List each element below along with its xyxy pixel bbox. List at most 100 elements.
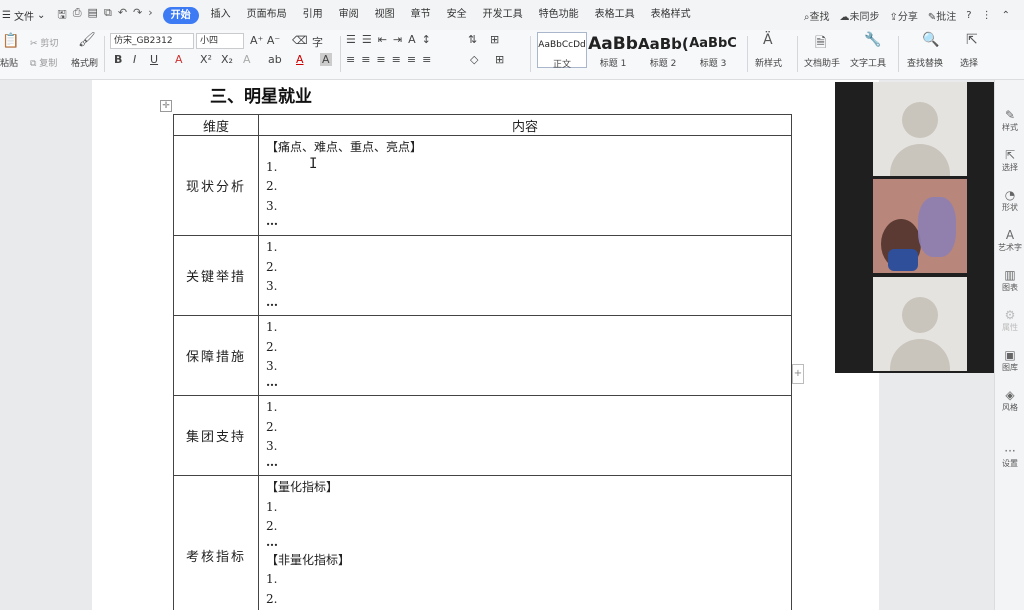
sort-icon[interactable]: ⇅ — [468, 33, 477, 46]
table-icon[interactable]: ⊞ — [490, 33, 499, 46]
tab-security[interactable]: 安全 — [439, 0, 475, 30]
dimension-cell[interactable]: 现状分析 — [173, 135, 259, 236]
sidebar-item-chart[interactable]: ▥ 图表 — [995, 268, 1024, 293]
new-style-icon[interactable]: Ä — [763, 32, 773, 48]
clear-format-icon[interactable]: ⌫ — [292, 34, 308, 47]
style-heading-2[interactable]: AaBb( 标题 2 — [638, 32, 688, 69]
scrollbar-arrows[interactable] — [986, 560, 992, 606]
camera-feed-tile[interactable] — [873, 179, 967, 273]
text-effect-icon[interactable]: A — [243, 53, 251, 66]
content-cell[interactable]: 【量化指标】 1. 2. … 【非量化指标】 1. 2. — [258, 475, 792, 610]
sidebar-item-gallery[interactable]: ▣ 图库 — [995, 348, 1024, 373]
save-icon[interactable]: 🖫 — [57, 6, 66, 25]
dimension-cell[interactable]: 关键举措 — [173, 235, 259, 316]
search-button[interactable]: ⌕查找 — [804, 8, 830, 23]
tab-insert[interactable]: 插入 — [203, 0, 239, 30]
tab-features[interactable]: 特色功能 — [531, 0, 587, 30]
cell-line: 1. — [266, 400, 278, 414]
format-painter-label[interactable]: 格式刷 — [71, 56, 98, 69]
print-preview-icon[interactable]: ⎙ — [73, 6, 82, 25]
tab-home[interactable]: 开始 — [162, 6, 199, 24]
text-tools-label[interactable]: 文字工具 — [850, 56, 886, 69]
new-style-label[interactable]: 新样式 — [755, 56, 782, 69]
align-tools[interactable]: ≡≡≡≡≡≡ — [346, 53, 437, 66]
grow-font-icon[interactable]: A⁺ A⁻ — [250, 34, 280, 47]
paste-label[interactable]: 粘贴 — [0, 56, 18, 69]
sidebar-item-shape[interactable]: ◔ 形状 — [995, 188, 1024, 213]
more-icon[interactable]: › — [148, 6, 152, 25]
file-menu-label: 文件 — [13, 11, 34, 23]
dimension-cell[interactable]: 集团支持 — [173, 395, 259, 476]
annotate-button[interactable]: ✎批注 — [928, 8, 956, 23]
phonetic-icon[interactable]: 字 — [312, 34, 323, 50]
doc-assistant-label[interactable]: 文档助手 — [804, 56, 840, 69]
find-replace-icon[interactable]: 🔍 — [922, 32, 939, 48]
table-move-handle[interactable]: ✛ — [160, 100, 172, 112]
content-cell[interactable]: 【痛点、难点、重点、亮点】 1. 2. 3. … — [258, 135, 792, 236]
avatar-head — [902, 102, 938, 138]
tab-table-tools[interactable]: 表格工具 — [587, 0, 643, 30]
sidebar-item-style[interactable]: ✎ 样式 — [995, 108, 1024, 133]
collapse-icon[interactable]: ⌃ — [1002, 10, 1010, 21]
copy-button[interactable]: ⧉ 复制 — [30, 56, 57, 69]
tab-table-style[interactable]: 表格样式 — [643, 0, 699, 30]
menu-bar: ☰ 文件 ⌄ 🖫 ⎙ ▤ ⧉ ↶ ↷ › 开始 插入 页面布局 引用 审阅 视图… — [0, 0, 1024, 30]
char-shading-icon[interactable]: A — [320, 53, 332, 66]
sidebar-item-wordart[interactable]: A 艺术字 — [995, 228, 1024, 253]
participant-tile[interactable] — [873, 277, 967, 371]
style-heading-3[interactable]: AaBbC 标题 3 — [688, 32, 738, 69]
borders-icon[interactable]: ⊞ — [495, 53, 504, 66]
help-icon[interactable]: ? — [966, 10, 971, 21]
sidebar-item-properties[interactable]: ⚙ 属性 — [995, 308, 1024, 333]
font-size-select[interactable]: 小四 — [196, 33, 244, 49]
tab-page-layout[interactable]: 页面布局 — [239, 0, 295, 30]
dimension-cell[interactable]: 考核指标 — [173, 475, 259, 610]
dimension-cell[interactable]: 保障措施 — [173, 315, 259, 396]
content-cell[interactable]: 1. 2. 3. … — [258, 235, 792, 316]
wrench-icon[interactable]: 🔧 — [864, 32, 881, 48]
participant-tile[interactable] — [873, 82, 967, 176]
underline-icon[interactable]: U — [150, 53, 158, 66]
print-icon[interactable]: ▤ — [88, 6, 98, 25]
superscript-icon[interactable]: X² — [200, 53, 212, 66]
tab-review[interactable]: 审阅 — [331, 0, 367, 30]
highlight-icon[interactable]: ab — [268, 53, 282, 66]
shape-icon: ◔ — [1004, 188, 1016, 202]
add-column-button[interactable]: + — [792, 364, 804, 384]
strikethrough-icon[interactable]: A — [175, 53, 183, 66]
doc-assistant-icon[interactable]: 🗎 — [815, 32, 826, 56]
paste-icon[interactable]: 📋 — [2, 33, 19, 49]
cut-button[interactable]: ✂ 剪切 — [30, 36, 58, 49]
italic-icon[interactable]: I — [133, 53, 136, 66]
tab-view[interactable]: 视图 — [367, 0, 403, 30]
content-cell[interactable]: 1. 2. 3. … — [258, 315, 792, 396]
file-menu[interactable]: ☰ 文件 ⌄ — [0, 8, 51, 23]
shading-icon[interactable]: ◇ — [470, 53, 478, 66]
font-name-select[interactable]: 仿宋_GB2312 — [110, 33, 194, 49]
tab-section[interactable]: 章节 — [403, 0, 439, 30]
select-label[interactable]: 选择 — [960, 56, 978, 69]
export-icon[interactable]: ⧉ — [104, 6, 112, 25]
share-button[interactable]: ⇪分享 — [890, 8, 918, 23]
sidebar-item-settings[interactable]: ··· 设置 — [995, 444, 1024, 469]
sidebar-item-select[interactable]: ⇱ 选择 — [995, 148, 1024, 173]
list-tools[interactable]: ☰☰⇤⇥A↕ — [346, 33, 437, 46]
format-painter-icon[interactable]: 🖌 — [78, 32, 96, 48]
avatar-body — [890, 144, 950, 176]
select-arrow-icon[interactable]: ⇱ — [966, 32, 978, 48]
font-color-icon[interactable]: A — [296, 53, 304, 66]
sync-button[interactable]: ☁未同步 — [840, 8, 880, 23]
bold-icon[interactable]: B — [114, 53, 122, 66]
content-cell[interactable]: 1. 2. 3. … — [258, 395, 792, 476]
sidebar-item-theme[interactable]: ◈ 风格 — [995, 388, 1024, 413]
tab-developer[interactable]: 开发工具 — [475, 0, 531, 30]
more-options-icon[interactable]: ⋮ — [982, 10, 992, 21]
style-heading-1[interactable]: AaBb 标题 1 — [588, 32, 638, 69]
sidebar-item-label: 设置 — [1002, 459, 1018, 468]
subscript-icon[interactable]: X₂ — [221, 53, 233, 66]
tab-references[interactable]: 引用 — [295, 0, 331, 30]
find-replace-label[interactable]: 查找替换 — [907, 56, 943, 69]
style-normal[interactable]: AaBbCcDd 正文 — [537, 32, 587, 70]
undo-icon[interactable]: ↶ — [118, 6, 127, 25]
redo-icon[interactable]: ↷ — [133, 6, 142, 25]
